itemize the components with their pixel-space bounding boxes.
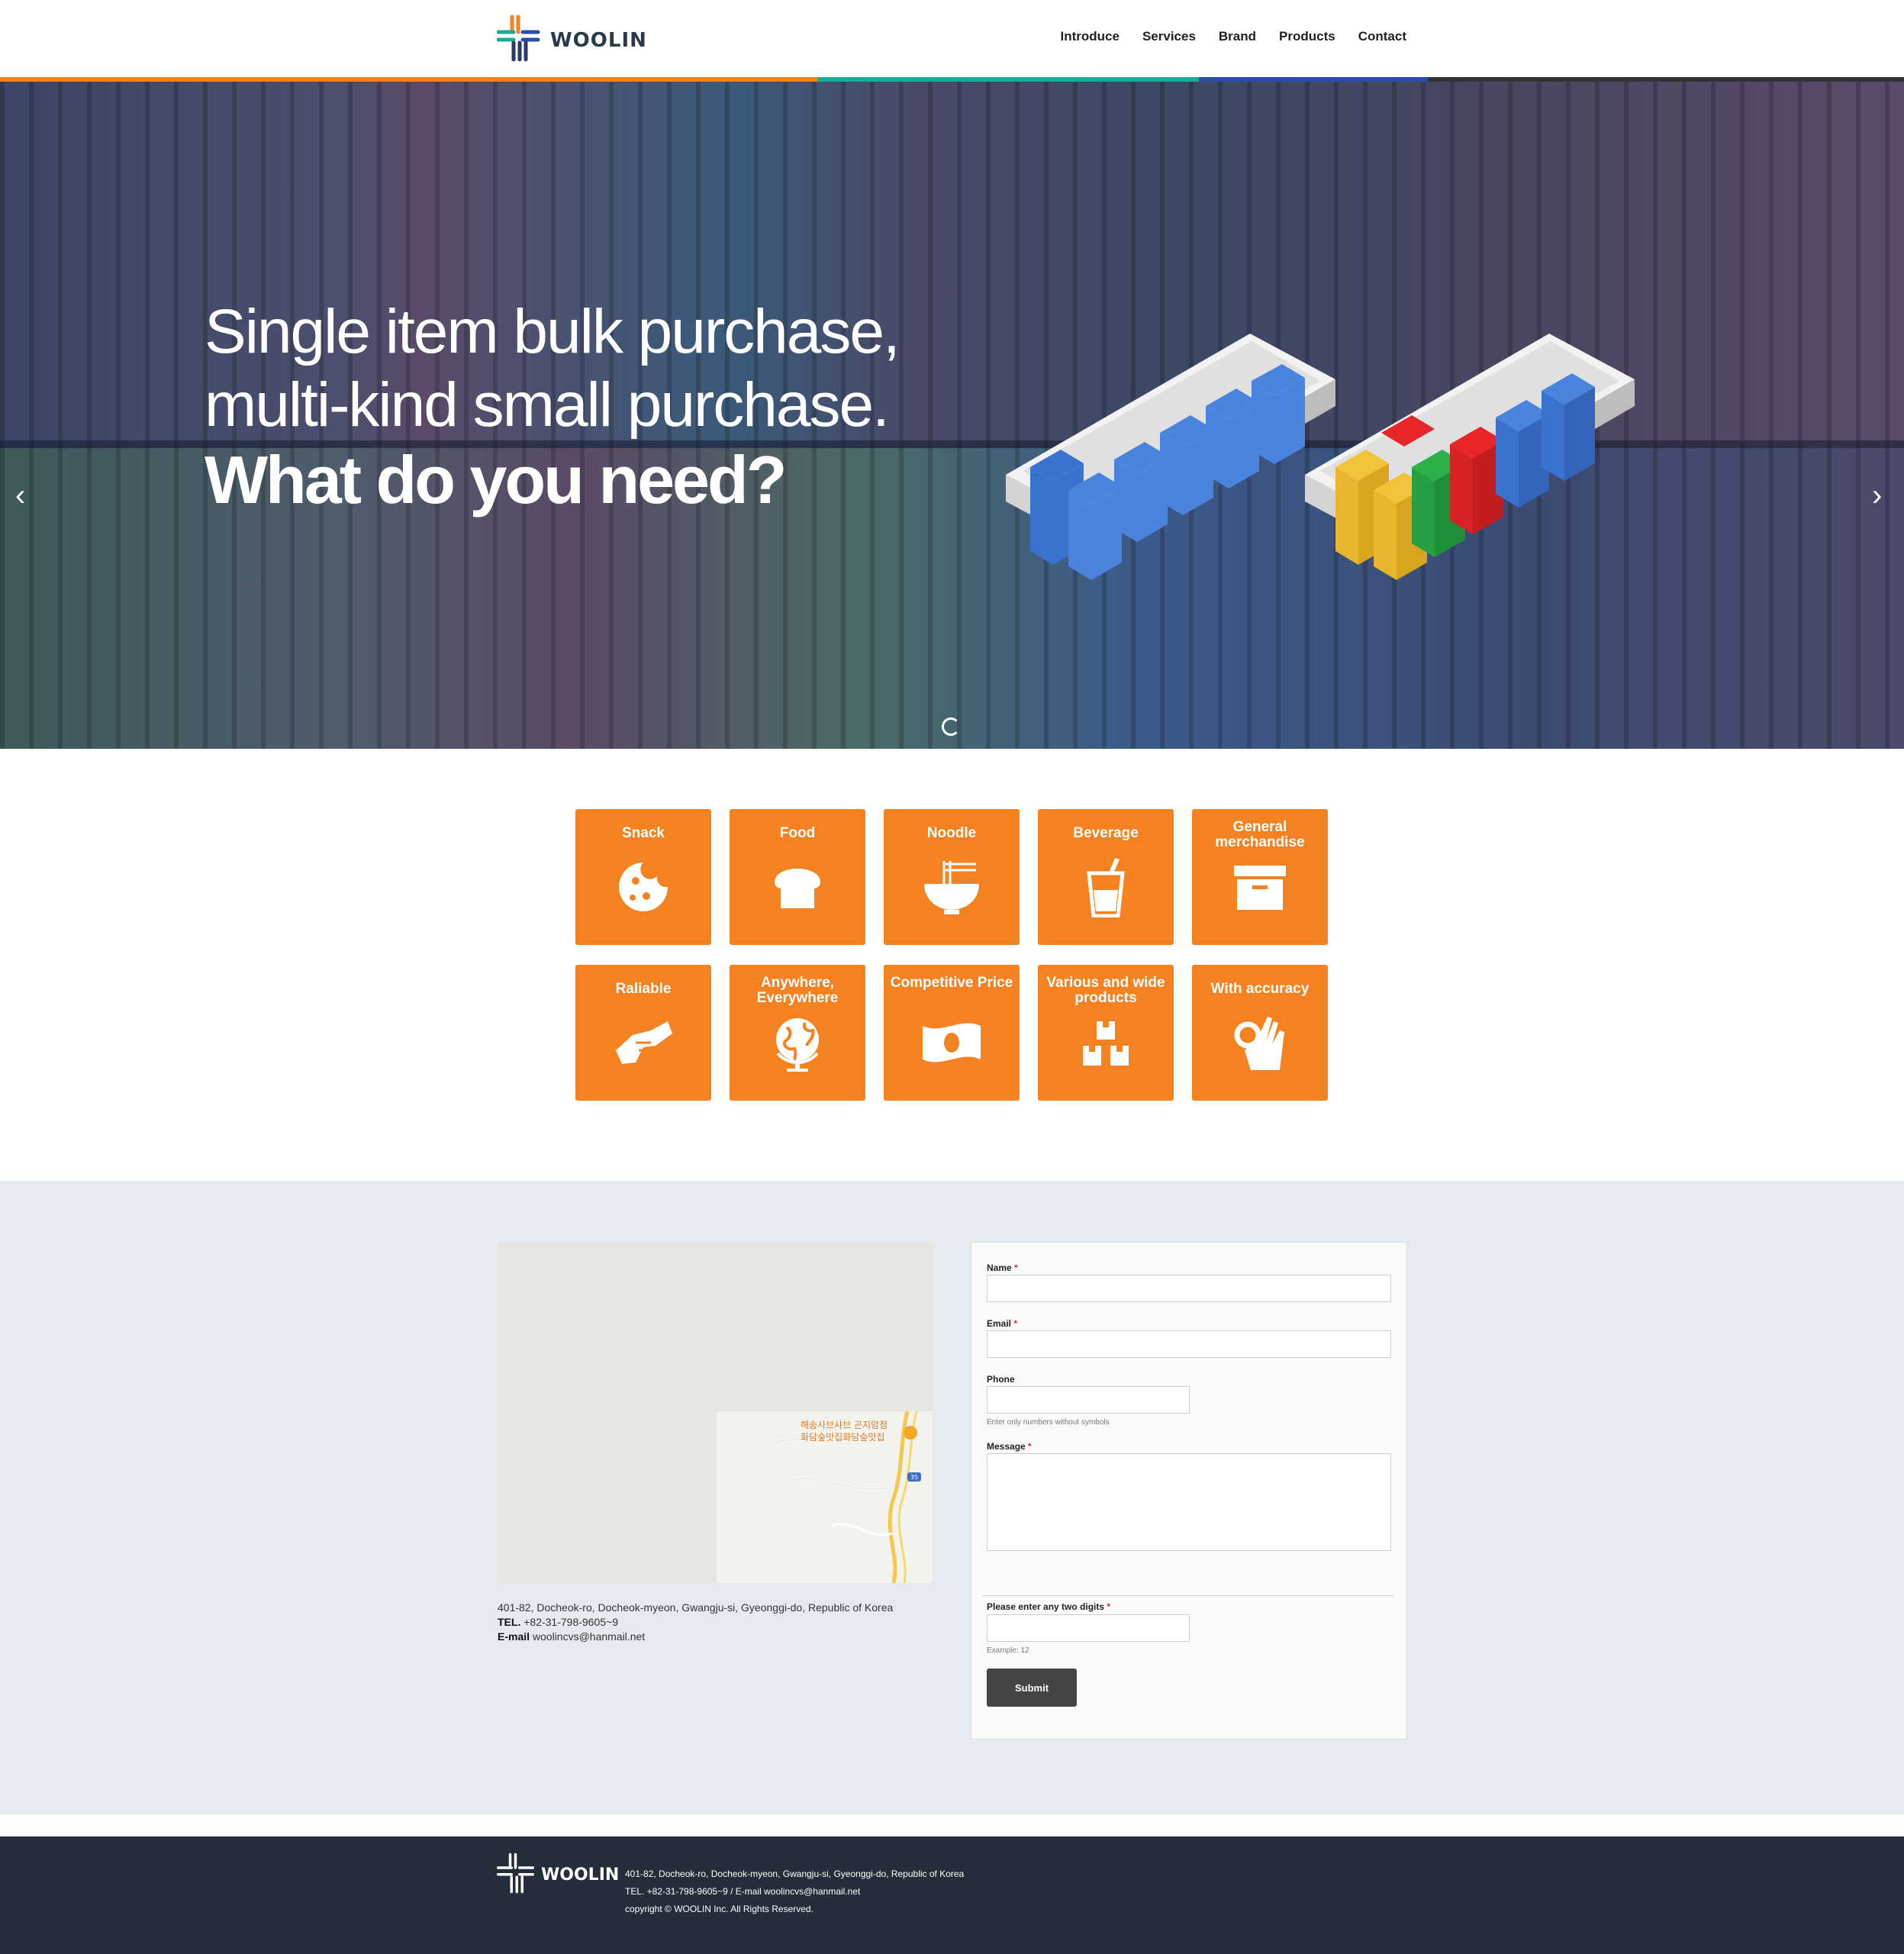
footer-copyright: copyright © WOOLIN Inc. All Rights Reser… [625, 1904, 813, 1914]
money-bill-icon [923, 1023, 981, 1062]
tel-value: +82-31-798-9605~9 [524, 1616, 619, 1628]
footer-address: 401-82, Docheok-ro, Docheok-myeon, Gwang… [625, 1869, 965, 1879]
tile-food[interactable]: Food [730, 809, 865, 945]
handshake-icon [616, 1021, 672, 1064]
hero-slider: Single item bulk purchase, multi-kind sm… [0, 82, 1904, 749]
tile-label: Various and wide products [1046, 975, 1165, 1006]
nav-services[interactable]: Services [1142, 29, 1196, 44]
form-divider [982, 1595, 1394, 1596]
tile-snack[interactable]: Snack [575, 809, 711, 945]
woolin-logo-icon [497, 15, 540, 62]
site-footer: WOOLIN 401-82, Docheok-ro, Docheok-myeon… [0, 1836, 1904, 1954]
tile-noodle[interactable]: Noodle [884, 809, 1020, 945]
digits-label: Please enter any two digits * [987, 1601, 1111, 1612]
map-tile: 35 해송사브샤브 곤지암점 화담숲맛집화담숲맛집 [717, 1411, 933, 1583]
message-label: Message * [987, 1441, 1032, 1452]
email-label: Email * [987, 1318, 1018, 1329]
map-road-number: 35 [910, 1474, 918, 1481]
submit-button[interactable]: Submit [987, 1669, 1077, 1707]
site-logo[interactable]: WOOLIN [497, 14, 646, 63]
tile-with-accuracy[interactable]: With accuracy [1192, 965, 1328, 1101]
footer-info: 401-82, Docheok-ro, Docheok-myeon, Gwang… [625, 1865, 964, 1918]
drink-cup-icon [1087, 858, 1125, 917]
email-value[interactable]: woolincvs@hanmail.net [533, 1630, 645, 1643]
nav-brand[interactable]: Brand [1219, 29, 1256, 44]
tile-reliable[interactable]: Raliable [575, 965, 711, 1101]
woolin-logo-white-icon [497, 1852, 534, 1894]
phone-input[interactable] [987, 1386, 1190, 1414]
nav-products[interactable]: Products [1279, 29, 1335, 44]
map-label-1: 해송사브샤브 곤지암점 [801, 1420, 888, 1430]
email-label: E-mail [498, 1630, 530, 1643]
containers-illustration [1006, 334, 1635, 580]
boxes-icon [1083, 1021, 1129, 1066]
tile-label: With accuracy [1210, 981, 1310, 997]
chevron-right-icon[interactable]: › [1872, 479, 1882, 513]
hero-line-2: multi-kind small purchase. [205, 370, 890, 440]
message-textarea[interactable] [987, 1453, 1391, 1551]
site-header: WOOLIN Introduce Services Brand Products… [0, 0, 1904, 77]
tile-general-merchandise[interactable]: General merchandise [1192, 809, 1328, 945]
tel-label: TEL. [498, 1616, 521, 1628]
cookie-icon [619, 863, 668, 911]
nav-introduce[interactable]: Introduce [1061, 29, 1120, 44]
tile-label: Food [779, 825, 816, 841]
tile-label: Noodle [926, 825, 977, 841]
tile-various-products[interactable]: Various and wide products [1038, 965, 1174, 1101]
tile-label: General merchandise [1215, 819, 1305, 850]
tel-line: TEL. +82-31-798-9605~9 [498, 1615, 893, 1630]
noodle-bowl-icon [924, 861, 979, 914]
tile-label: Competitive Price [890, 975, 1013, 991]
logo-wordmark: WOOLIN [550, 29, 647, 52]
footer-contact: TEL. +82-31-798-9605~9 / E-mail woolincv… [625, 1886, 861, 1897]
tile-competitive-price[interactable]: Competitive Price [884, 965, 1020, 1101]
loading-spinner-icon [942, 717, 960, 736]
contact-address-block: 401-82, Docheok-ro, Docheok-myeon, Gwang… [498, 1601, 893, 1644]
main-nav: Introduce Services Brand Products Contac… [1061, 29, 1407, 44]
address-text: 401-82, Docheok-ro, Docheok-myeon, Gwang… [498, 1601, 894, 1614]
ok-hand-icon [1234, 1017, 1284, 1070]
digits-hint: Example: 12 [987, 1646, 1029, 1655]
tile-label: Beverage [1073, 825, 1139, 841]
tile-label: Anywhere, Everywhere [756, 975, 839, 1006]
email-line: E-mail woolincvs@hanmail.net [498, 1630, 893, 1644]
location-map[interactable]: 35 해송사브샤브 곤지암점 화담숲맛집화담숲맛집 [498, 1242, 933, 1583]
tile-label: Snack [622, 825, 665, 841]
map-roads: 35 해송사브샤브 곤지암점 화담숲맛집화담숲맛집 [777, 1411, 921, 1583]
email-input[interactable] [987, 1330, 1391, 1358]
phone-label: Phone [987, 1374, 1015, 1385]
tile-label: Raliable [615, 981, 672, 997]
hero-headline: Single item bulk purchase, multi-kind sm… [205, 295, 900, 518]
contact-section [0, 1181, 1904, 1814]
tile-beverage[interactable]: Beverage [1038, 809, 1174, 945]
name-label: Name * [987, 1262, 1018, 1273]
contact-form: Name * Email * Phone Enter only numbers … [971, 1242, 1407, 1740]
globe-icon [776, 1018, 819, 1072]
nav-contact[interactable]: Contact [1358, 29, 1406, 44]
tile-anywhere[interactable]: Anywhere, Everywhere [730, 965, 865, 1101]
name-input[interactable] [987, 1275, 1391, 1302]
digits-input[interactable] [987, 1614, 1190, 1642]
hero-line-3: What do you need? [205, 442, 788, 518]
map-label-2: 화담숲맛집화담숲맛집 [801, 1432, 884, 1443]
bread-icon [775, 869, 820, 908]
phone-hint: Enter only numbers without symbols [987, 1418, 1110, 1427]
archive-box-icon [1234, 866, 1286, 910]
footer-wordmark: WOOLIN [541, 1865, 620, 1885]
chevron-left-icon[interactable]: ‹ [15, 479, 25, 513]
hero-line-1: Single item bulk purchase, [205, 297, 900, 366]
